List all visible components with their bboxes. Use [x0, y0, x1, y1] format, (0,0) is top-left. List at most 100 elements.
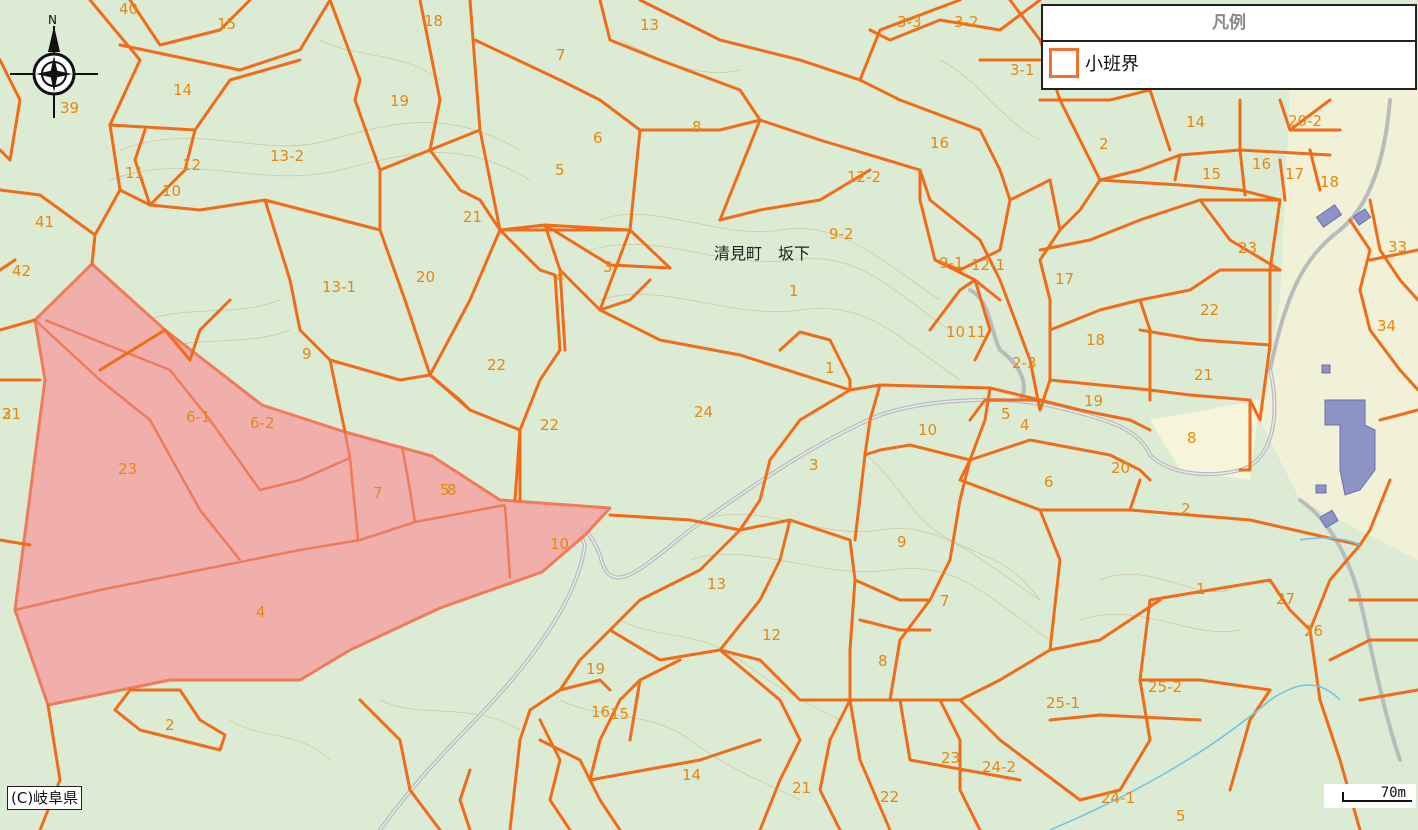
parcel-number-label: 33 — [1388, 238, 1407, 256]
parcel-number-label: 7 — [373, 484, 383, 502]
parcel-number-label: 22 — [1200, 301, 1219, 319]
legend-title: 凡例 — [1043, 6, 1415, 42]
parcel-number-label: 2 — [1099, 135, 1109, 153]
parcel-number-label: 10 — [162, 182, 181, 200]
parcel-number-label: 4 — [555, 268, 565, 286]
parcel-number-label: 8 — [447, 481, 457, 499]
parcel-number-label: 8 — [692, 118, 702, 136]
parcel-boundary-swatch-icon — [1049, 48, 1079, 78]
parcel-number-label: 1 — [789, 282, 799, 300]
parcel-number-label: 15 — [217, 15, 236, 33]
parcel-number-label: 9 — [302, 345, 312, 363]
parcel-number-label: 8 — [1187, 429, 1197, 447]
parcel-number-label: 9 — [897, 533, 907, 551]
parcel-number-label: 12-2 — [847, 168, 881, 186]
parcel-number-label: 2 — [165, 716, 175, 734]
parcel-number-label: 6 — [593, 129, 603, 147]
parcel-number-label: 9-1 — [939, 254, 964, 272]
parcel-number-label: 10 — [918, 421, 937, 439]
map-legend: 凡例 小班界 — [1041, 4, 1417, 90]
parcel-number-label: 15 — [1202, 165, 1221, 183]
parcel-number-label: 3 — [2, 405, 12, 423]
compass-n-label: N — [48, 13, 57, 27]
parcel-number-label: 22 — [540, 416, 559, 434]
parcel-number-label: 25-2 — [1148, 678, 1182, 696]
parcel-number-label: 27 — [1276, 590, 1295, 608]
parcel-number-label: 16 — [591, 703, 610, 721]
parcel-number-label: 6 — [1044, 473, 1054, 491]
parcel-number-label: 21 — [792, 779, 811, 797]
parcel-number-label: 12 — [762, 626, 781, 644]
parcel-number-label: 3 — [603, 258, 613, 276]
parcel-number-label: 2 — [1181, 500, 1191, 518]
scale-label: 70m — [1380, 785, 1406, 801]
parcel-number-label: 20 — [416, 268, 435, 286]
parcel-number-label: 1 — [1196, 580, 1206, 598]
parcel-number-label: 5 — [1176, 807, 1186, 825]
parcel-number-label: 9-2 — [829, 225, 854, 243]
parcel-number-label: 14 — [1186, 113, 1205, 131]
parcel-number-label: 40 — [119, 0, 138, 18]
parcel-number-label: 3-1 — [1010, 61, 1035, 79]
parcel-number-label: 18 — [424, 12, 443, 30]
parcel-number-label: 3 — [809, 456, 819, 474]
copyright-notice: (C)岐阜県 — [7, 786, 83, 810]
parcel-number-label: 19 — [1084, 392, 1103, 410]
north-arrow-icon: N — [10, 12, 98, 120]
parcel-number-label: 6-1 — [186, 408, 211, 426]
parcel-number-label: 24-1 — [1101, 789, 1135, 807]
parcel-number-label: 7 — [940, 592, 950, 610]
parcel-number-label: 13-2 — [270, 147, 304, 165]
parcel-number-label: 25-1 — [1046, 694, 1080, 712]
parcel-number-label: 42 — [12, 262, 31, 280]
parcel-number-label: 16 — [930, 134, 949, 152]
parcel-number-label: 12-1 — [971, 256, 1005, 274]
parcel-number-label: 16 — [1252, 155, 1271, 173]
parcel-number-label: 34 — [1377, 317, 1396, 335]
place-name: 清見町 坂下 — [714, 244, 810, 263]
parcel-number-label: 10 — [550, 535, 569, 553]
parcel-number-label: 3-3 — [897, 13, 922, 31]
parcel-number-label: 14 — [173, 81, 192, 99]
parcel-number-label: 3-2 — [954, 13, 979, 31]
parcel-number-label: 18 — [1320, 173, 1339, 191]
parcel-number-label: 10 — [946, 323, 965, 341]
parcel-number-label: 2-3 — [1012, 354, 1037, 372]
parcel-number-label: 24 — [694, 403, 713, 421]
scale-bar: 70m — [1324, 784, 1416, 808]
parcel-number-label: 11 — [967, 323, 986, 341]
parcel-number-label: 23 — [1238, 239, 1257, 257]
parcel-number-label: 17 — [1285, 165, 1304, 183]
parcel-number-label: 5 — [555, 161, 565, 179]
parcel-number-label: 12 — [182, 156, 201, 174]
parcel-number-label: 14 — [682, 766, 701, 784]
parcel-number-label: 23 — [941, 749, 960, 767]
parcel-number-label: 11 — [125, 164, 144, 182]
parcel-number-label: 20-2 — [1288, 112, 1322, 130]
parcel-number-label: 20 — [1111, 459, 1130, 477]
parcel-number-label: 7 — [556, 46, 566, 64]
parcel-number-label: 23 — [118, 460, 137, 478]
parcel-number-label: 17 — [1055, 270, 1074, 288]
parcel-number-label: 13-1 — [322, 278, 356, 296]
parcel-number-label: 41 — [35, 213, 54, 231]
parcel-number-label: 22 — [487, 356, 506, 374]
parcel-number-label: 15 — [610, 705, 629, 723]
legend-item-label: 小班界 — [1085, 54, 1139, 75]
parcel-number-label: 6-2 — [250, 414, 275, 432]
parcel-number-label: 24-2 — [982, 758, 1016, 776]
parcel-number-label: 1 — [825, 359, 835, 377]
parcel-number-label: 22 — [880, 788, 899, 806]
parcel-number-label: 5 — [1001, 405, 1011, 423]
parcel-number-label: 21 — [1194, 366, 1213, 384]
parcel-number-label: 8 — [878, 652, 888, 670]
parcel-number-label: 18 — [1086, 331, 1105, 349]
legend-item: 小班界 — [1043, 42, 1415, 84]
parcel-number-label: 4 — [256, 603, 266, 621]
parcel-number-label: 21 — [463, 208, 482, 226]
parcel-number-label: 4 — [1020, 416, 1030, 434]
parcel-number-label: 13 — [640, 16, 659, 34]
parcel-number-label: 19 — [390, 92, 409, 110]
forest-map[interactable]: 15 18 13 3-3 3-23-140143971913-2121110416851… — [0, 0, 1418, 830]
parcel-number-label: 19 — [586, 660, 605, 678]
